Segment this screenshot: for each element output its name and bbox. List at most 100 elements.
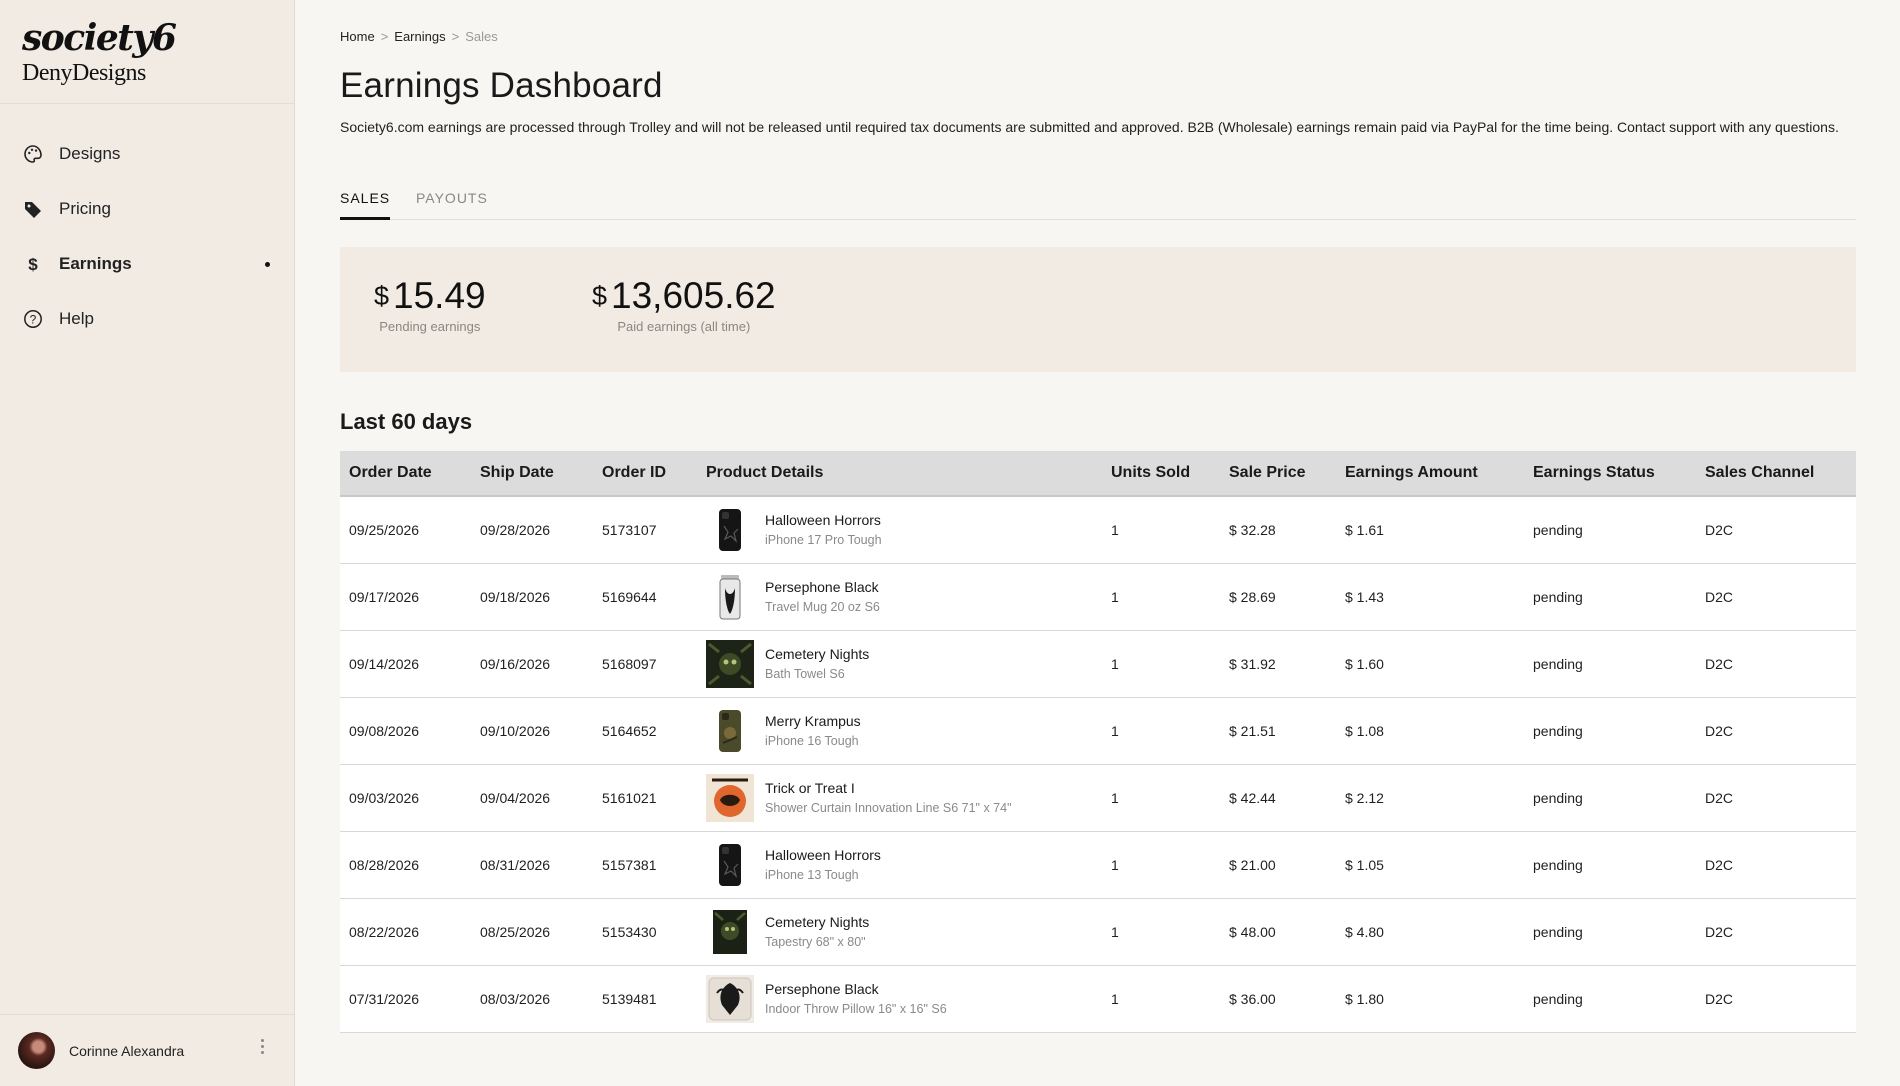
column-header[interactable]: Earnings Status [1524,451,1696,497]
breadcrumb-earnings[interactable]: Earnings [394,29,445,44]
pending-amount: 15.49 [393,275,486,316]
product-details-cell: Cemetery Nights Bath Towel S6 [697,630,1102,698]
product-details: Trick or Treat I Shower Curtain Innovati… [706,773,1102,822]
currency-symbol: $ [374,281,390,311]
table-row[interactable]: 09/14/2026 09/16/2026 5168097 Cemetery N… [340,630,1856,698]
table-body: 09/25/2026 09/28/2026 5173107 Halloween … [340,496,1856,1033]
column-header[interactable]: Sales Channel [1696,451,1856,497]
sidebar-item-earnings[interactable]: $ Earnings [0,236,294,291]
shower-curtain-icon [706,773,754,822]
user-profile[interactable]: Corinne Alexandra [0,1014,295,1086]
product-thumbnail [706,572,754,621]
earnings-status-cell: pending [1524,630,1696,698]
order-id-cell: 5168097 [593,630,697,698]
order-date-cell: 08/28/2026 [340,831,471,899]
column-header[interactable]: Order ID [593,451,697,497]
column-header[interactable]: Ship Date [471,451,593,497]
product-thumbnail [706,773,754,822]
table-row[interactable]: 09/03/2026 09/04/2026 5161021 Trick or T… [340,764,1856,832]
product-name[interactable]: Cemetery Nights [765,644,869,664]
product-name[interactable]: Cemetery Nights [765,912,869,932]
column-header[interactable]: Earnings Amount [1336,451,1524,497]
units-sold-cell: 1 [1102,697,1220,765]
sidebar-item-designs[interactable]: Designs [0,126,294,181]
travel-mug-icon [719,574,741,619]
sidebar-item-help[interactable]: ? Help [0,291,294,346]
product-details-cell: Persephone Black Travel Mug 20 oz S6 [697,563,1102,631]
sidebar-item-label: Designs [59,143,121,163]
product-type: iPhone 13 Tough [765,867,859,882]
order-date-cell: 09/17/2026 [340,563,471,631]
phone-case-icon [719,843,741,886]
order-id-cell: 5157381 [593,831,697,899]
earnings-amount-cell: $ 1.08 [1336,697,1524,765]
ship-date-cell: 09/16/2026 [471,630,593,698]
column-header[interactable]: Product Details [697,451,1102,497]
units-sold-cell: 1 [1102,831,1220,899]
table-row[interactable]: 09/17/2026 09/18/2026 5169644 Persephone… [340,563,1856,631]
product-type: Travel Mug 20 oz S6 [765,599,880,614]
product-type: iPhone 16 Tough [765,733,859,748]
order-date-cell: 07/31/2026 [340,965,471,1033]
paid-earnings-stat: $13,605.62 Paid earnings (all time) [592,275,776,334]
units-sold-cell: 1 [1102,563,1220,631]
units-sold-cell: 1 [1102,898,1220,966]
column-header[interactable]: Sale Price [1220,451,1336,497]
product-details: Merry Krampus iPhone 16 Tough [706,706,1102,755]
sales-channel-cell: D2C [1696,764,1856,832]
product-name[interactable]: Persephone Black [765,577,880,597]
sidebar-item-pricing[interactable]: Pricing [0,181,294,236]
product-name[interactable]: Halloween Horrors [765,510,882,530]
table-row[interactable]: 07/31/2026 08/03/2026 5139481 Persephone… [340,965,1856,1033]
intro-text: Society6.com earnings are processed thro… [340,119,1839,135]
sale-price-cell: $ 28.69 [1220,563,1336,631]
help-circle-icon: ? [22,308,44,330]
product-type: iPhone 17 Pro Tough [765,532,882,547]
sales-channel-cell: D2C [1696,496,1856,564]
sale-price-cell: $ 32.28 [1220,496,1336,564]
ship-date-cell: 09/28/2026 [471,496,593,564]
product-thumbnail [706,639,754,688]
ship-date-cell: 08/31/2026 [471,831,593,899]
sidebar-nav: Designs Pricing $ Earnings ? Help [0,104,294,346]
earnings-amount-cell: $ 1.43 [1336,563,1524,631]
column-header[interactable]: Order Date [340,451,471,497]
society6-logo[interactable]: society6 [22,18,272,58]
earnings-status-cell: pending [1524,831,1696,899]
avatar[interactable] [18,1032,55,1069]
sales-channel-cell: D2C [1696,630,1856,698]
tab-sales[interactable]: SALES [340,190,391,220]
product-details-cell: Trick or Treat I Shower Curtain Innovati… [697,764,1102,832]
product-name[interactable]: Trick or Treat I [765,778,1012,798]
earnings-amount-cell: $ 4.80 [1336,898,1524,966]
sidebar: society6 DenyDesigns Designs Pricing $ E… [0,0,295,1086]
column-header[interactable]: Units Sold [1102,451,1220,497]
product-name[interactable]: Merry Krampus [765,711,861,731]
table-row[interactable]: 09/25/2026 09/28/2026 5173107 Halloween … [340,496,1856,564]
brand: society6 DenyDesigns [0,0,294,104]
earnings-amount-cell: $ 1.60 [1336,630,1524,698]
active-indicator-dot [265,262,270,267]
breadcrumb-home[interactable]: Home [340,29,375,44]
product-name[interactable]: Halloween Horrors [765,845,881,865]
product-thumbnail [706,706,754,755]
page-title: Earnings Dashboard [340,66,663,105]
palette-icon [22,143,44,165]
table-row[interactable]: 08/22/2026 08/25/2026 5153430 Cemetery N… [340,898,1856,966]
sales-table: Order Date Ship Date Order ID Product De… [340,451,1856,1033]
table-row[interactable]: 09/08/2026 09/10/2026 5164652 Merry Kram… [340,697,1856,765]
table-row[interactable]: 08/28/2026 08/31/2026 5157381 Halloween … [340,831,1856,899]
store-name: DenyDesigns [22,60,146,86]
breadcrumb: Home > Earnings > Sales [340,29,498,44]
phone-case-icon [719,709,741,752]
product-name[interactable]: Persephone Black [765,979,947,999]
sidebar-item-label: Pricing [59,198,111,218]
more-options-icon[interactable] [261,1039,265,1054]
order-id-cell: 5164652 [593,697,697,765]
tab-payouts[interactable]: PAYOUTS [416,190,488,220]
earnings-status-cell: pending [1524,697,1696,765]
earnings-amount-cell: $ 1.61 [1336,496,1524,564]
tapestry-icon [713,909,747,954]
product-details-cell: Cemetery Nights Tapestry 68" x 80" [697,898,1102,966]
order-id-cell: 5139481 [593,965,697,1033]
